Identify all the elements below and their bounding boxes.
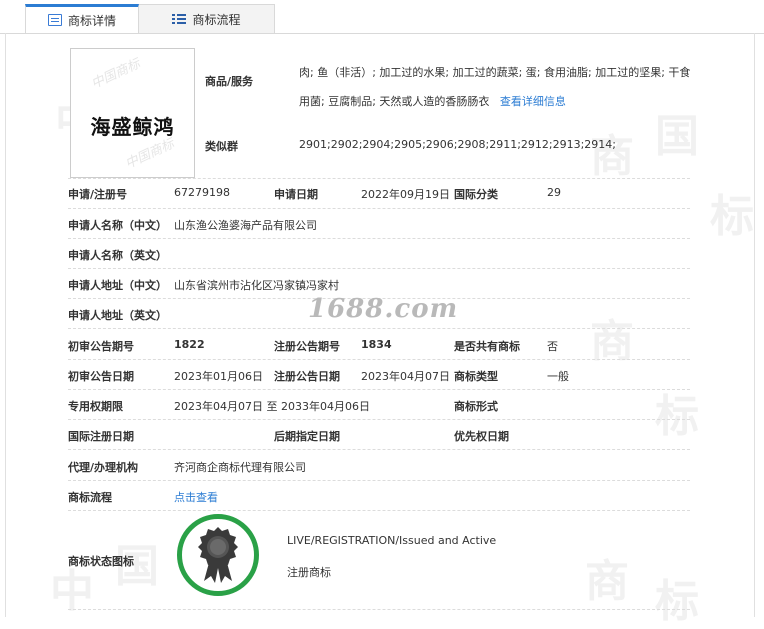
row-divider: [68, 238, 690, 239]
reg-pub-date-value: 2023年04月07日: [361, 370, 450, 383]
reg-pub-no-value: 1834: [361, 338, 392, 351]
agent-value: 齐河商企商标代理有限公司: [174, 461, 306, 474]
prelim-date-label: 初审公告日期: [68, 370, 134, 383]
similar-group-label: 类似群: [205, 140, 238, 153]
applicant-en-label: 申请人名称（英文）: [68, 249, 167, 262]
app-date-label: 申请日期: [274, 188, 318, 201]
mark-type-value: 一般: [547, 370, 569, 383]
applicant-cn-value: 山东渔公渔婆海产品有限公司: [174, 219, 317, 232]
shared-value: 否: [547, 340, 558, 353]
row-divider: [68, 449, 690, 450]
tab-trademark-flow[interactable]: 商标流程: [139, 4, 275, 34]
watermark-char: 商: [590, 131, 634, 182]
row-divider: [68, 480, 690, 481]
tab-label: 商标流程: [192, 12, 241, 27]
reg-pub-date-label: 注册公告日期: [274, 370, 340, 383]
goods-value: 肉; 鱼（非活）; 加工过的水果; 加工过的蔬菜; 蛋; 食用油脂; 加工过的坚…: [299, 58, 699, 116]
row-divider: [68, 178, 690, 179]
shared-label: 是否共有商标: [454, 340, 520, 353]
watermark-char: 标: [710, 191, 754, 242]
intl-class-value: 29: [547, 186, 561, 199]
tab-trademark-detail[interactable]: 商标详情: [25, 4, 139, 34]
row-divider: [68, 268, 690, 269]
row-divider: [68, 328, 690, 329]
tab-label: 商标详情: [67, 13, 116, 28]
row-divider: [68, 609, 690, 610]
row-divider: [68, 208, 690, 209]
row-divider: [68, 510, 690, 511]
row-divider: [68, 389, 690, 390]
reg-no-value: 67279198: [174, 186, 230, 199]
prelim-date-value: 2023年01月06日: [174, 370, 263, 383]
agent-label: 代理/办理机构: [68, 461, 139, 474]
intl-class-label: 国际分类: [454, 188, 498, 201]
goods-label: 商品/服务: [205, 75, 254, 88]
watermark-char: 商: [585, 556, 629, 607]
applicant-cn-label: 申请人名称（中文）: [68, 219, 167, 232]
tab-bar: 商标详情 商标流程: [0, 0, 764, 34]
award-ribbon-icon: [198, 527, 238, 583]
later-date-label: 后期指定日期: [274, 430, 340, 443]
address-cn-label: 申请人地址（中文）: [68, 279, 167, 292]
view-flow-link[interactable]: 点击查看: [174, 489, 218, 505]
trademark-image[interactable]: 中国商标 中国商标 海盛鲸鸿: [70, 48, 195, 178]
status-en: LIVE/REGISTRATION/Issued and Active: [287, 534, 497, 547]
row-divider: [68, 359, 690, 360]
prelim-no-value: 1822: [174, 338, 205, 351]
address-cn-value: 山东省滨州市沾化区冯家镇冯家村: [174, 279, 339, 292]
mark-form-label: 商标形式: [454, 400, 498, 413]
mark-type-label: 商标类型: [454, 370, 498, 383]
logo-watermark: 中国商标: [89, 56, 143, 93]
flow-label: 商标流程: [68, 491, 112, 504]
goods-text: 肉; 鱼（非活）; 加工过的水果; 加工过的蔬菜; 蛋; 食用油脂; 加工过的坚…: [299, 66, 691, 108]
status-cn: 注册商标: [287, 566, 331, 579]
app-date-value: 2022年09月19日: [361, 188, 450, 201]
exclusive-label: 专用权期限: [68, 400, 123, 413]
document-icon: [47, 14, 62, 26]
site-watermark: 1688.com: [308, 294, 459, 324]
trademark-logo-text: 海盛鲸鸿: [90, 115, 175, 139]
reg-no-label: 申请/注册号: [68, 188, 128, 201]
registered-status-badge: [177, 514, 259, 596]
reg-pub-no-label: 注册公告期号: [274, 340, 340, 353]
view-details-link[interactable]: 查看详细信息: [500, 95, 566, 108]
exclusive-value: 2023年04月07日 至 2033年04月06日: [174, 400, 370, 413]
row-divider: [68, 419, 690, 420]
priority-date-label: 优先权日期: [454, 430, 509, 443]
list-icon: [172, 13, 187, 25]
status-label: 商标状态图标: [68, 555, 134, 568]
intl-reg-date-label: 国际注册日期: [68, 430, 134, 443]
similar-group-value: 2901;2902;2904;2905;2906;2908;2911;2912;…: [299, 138, 617, 151]
watermark-char: 标: [655, 576, 699, 627]
prelim-no-label: 初审公告期号: [68, 340, 134, 353]
address-en-label: 申请人地址（英文）: [68, 309, 167, 322]
